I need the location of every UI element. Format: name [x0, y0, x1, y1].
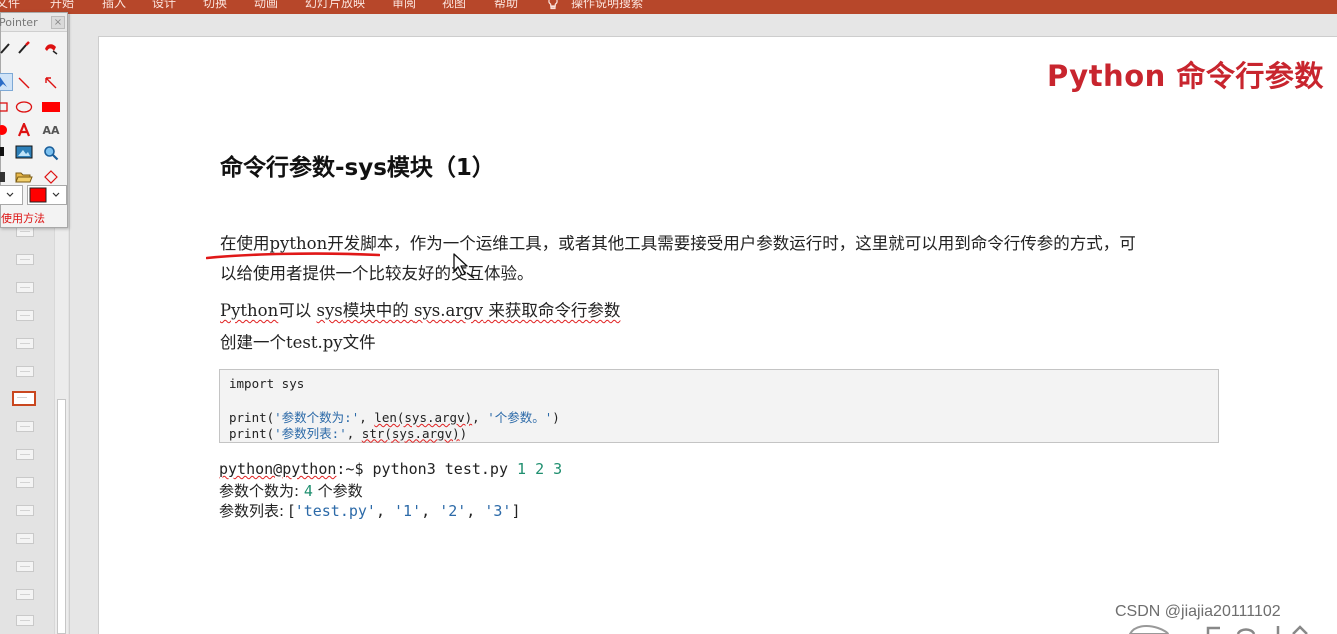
text-tool-icon[interactable] [15, 121, 33, 139]
slide-thumbnail[interactable] [16, 366, 34, 377]
ribbon-tab-bar: 文件 开始 插入 设计 切换 动画 幻灯片放映 审阅 视图 帮助 操作说明搜索 [0, 0, 1337, 14]
slide-thumbnail[interactable] [16, 589, 34, 600]
code-line: print('参数列表:', str(sys.argv)) [229, 423, 1218, 441]
code-line: import sys [229, 376, 305, 391]
tab-home[interactable]: 开始 [50, 0, 74, 11]
text-fragment: 模块中的 [342, 301, 415, 320]
tab-file[interactable]: 文件 [0, 0, 20, 11]
output-string: '3' [484, 502, 512, 520]
lightbulb-icon [546, 0, 560, 11]
output-string: '1' [394, 502, 422, 520]
tab-design[interactable]: 设计 [152, 0, 176, 11]
intro-paragraph-line2: 以给使用者提供一个比较友好的交互体验。 [220, 264, 534, 283]
slide-thumbnail[interactable] [16, 533, 34, 544]
slide-thumbnail[interactable] [16, 561, 34, 572]
terminal-output-line2: 参数列表: ['test.py', '1', '2', '3'] [219, 500, 520, 521]
filled-circle-icon[interactable] [0, 121, 11, 139]
font-size-icon[interactable]: AA [42, 121, 60, 139]
terminal-command: :~$ python3 test.py [336, 460, 518, 478]
line-width-dropdown[interactable] [0, 185, 23, 205]
tell-me-search[interactable]: 操作说明搜索 [571, 0, 643, 11]
brand-logo-fragment [1128, 625, 1308, 634]
code-line: print('参数个数为:', len(sys.argv), '个参数。') [229, 407, 1218, 425]
code-string: '个参数。' [487, 410, 553, 425]
mouse-cursor-icon [453, 253, 475, 279]
terminal-prompt: python@python [219, 460, 337, 478]
text-fragment: 可以 [278, 301, 317, 320]
code-string: '参数列表:' [274, 425, 347, 441]
scrollbar-thumb[interactable] [57, 399, 66, 634]
slide-thumbnail[interactable] [16, 505, 34, 516]
code-token: , [472, 410, 488, 425]
create-file-paragraph: 创建一个test.py文件 [220, 333, 376, 352]
slide-thumbnail[interactable] [16, 449, 34, 460]
screen-capture-icon[interactable] [15, 144, 33, 162]
output-number: 4 [303, 482, 313, 500]
output-sep: , [375, 502, 395, 520]
sys-word: sys [316, 301, 343, 320]
slide-thumbnail[interactable] [16, 254, 34, 265]
code-token: , [346, 425, 362, 441]
terminal-args: 1 2 3 [517, 460, 563, 478]
output-string: 'test.py' [294, 502, 376, 520]
ink-underline-stroke [206, 252, 380, 260]
text-fragment: 来获取命令行参数 [483, 301, 621, 320]
eraser-icon[interactable] [42, 39, 60, 57]
zoom-icon[interactable] [42, 144, 60, 162]
marker-icon[interactable] [15, 39, 33, 57]
code-token: str(sys.argv) [361, 425, 460, 441]
output-label: 参数个数为: [219, 482, 304, 500]
select-pointer-icon[interactable] [0, 73, 13, 91]
tab-review[interactable]: 审阅 [392, 0, 416, 11]
terminal-output-line1: 参数个数为: 4 个参数 [219, 480, 363, 501]
code-block: import sys print('参数个数为:', len(sys.argv)… [219, 369, 1219, 443]
tab-view[interactable]: 视图 [442, 0, 466, 11]
slide-thumbnail[interactable] [16, 615, 34, 626]
usage-help-link[interactable]: 使用方法 [1, 210, 45, 226]
slide-thumbnail-selected[interactable] [12, 391, 36, 406]
code-token: ) [459, 425, 468, 441]
filled-rectangle-icon[interactable] [42, 98, 60, 116]
arrow-icon[interactable] [42, 74, 60, 92]
tab-slideshow[interactable]: 幻灯片放映 [305, 0, 365, 11]
slide-title: Python 命令行参数 [1047, 59, 1324, 93]
python-word: Python [220, 301, 279, 320]
tab-transitions[interactable]: 切换 [203, 0, 227, 11]
csdn-watermark: CSDN @jiajia20111102 [1115, 603, 1281, 620]
rectangle-icon[interactable] [0, 98, 11, 116]
output-suffix: 个参数 [312, 482, 363, 500]
sys-argv-word: sys.argv [414, 301, 484, 320]
slide-thumbnail[interactable] [16, 421, 34, 432]
line-icon[interactable] [15, 74, 33, 92]
slide-thumbnail[interactable] [16, 310, 34, 321]
pen-icon[interactable] [0, 39, 15, 57]
output-sep: , [421, 502, 440, 520]
tab-animations[interactable]: 动画 [254, 0, 278, 11]
pointer-toolbox: Pointer × AA 使用方法 [0, 12, 68, 228]
output-sep: , [466, 502, 485, 520]
sys-argv-paragraph: Python可以 sys模块中的 sys.argv 来获取命令行参数 [220, 297, 620, 321]
ellipse-icon[interactable] [15, 98, 33, 116]
stamp-icon[interactable] [0, 144, 11, 162]
open-folder-icon[interactable] [15, 168, 33, 186]
terminal-command-line: python@python:~$ python3 test.py 1 2 3 [219, 460, 562, 478]
slide-thumbnail[interactable] [16, 282, 34, 293]
section-heading: 命令行参数-sys模块（1） [220, 155, 495, 181]
close-icon[interactable]: × [51, 16, 65, 29]
save-icon[interactable] [0, 168, 11, 186]
clear-ink-icon[interactable] [42, 168, 60, 186]
output-string: '2' [439, 502, 467, 520]
slide-thumbnail[interactable] [16, 477, 34, 488]
tab-insert[interactable]: 插入 [102, 0, 126, 11]
code-token: ) [552, 410, 560, 425]
output-end: ] [511, 502, 521, 520]
tab-help[interactable]: 帮助 [494, 0, 518, 11]
output-label: 参数列表: [ [219, 502, 295, 520]
pen-color-dropdown[interactable] [27, 185, 67, 205]
slide-thumbnail[interactable] [16, 338, 34, 349]
code-token: print( [229, 425, 275, 441]
